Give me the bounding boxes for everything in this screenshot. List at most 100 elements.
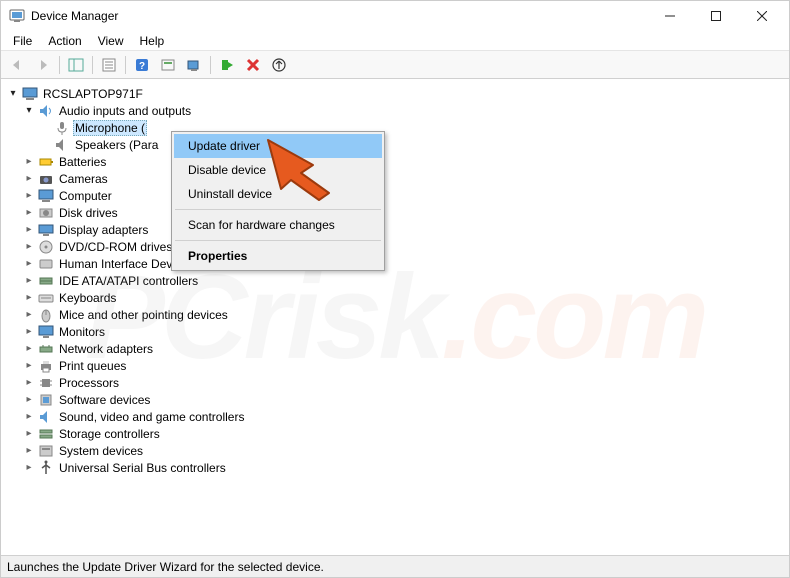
- ctx-properties[interactable]: Properties: [174, 244, 382, 268]
- device-category-icon: [38, 409, 54, 425]
- tree-category[interactable]: ▸DVD/CD-ROM drives: [1, 238, 789, 255]
- ctx-separator: [175, 209, 381, 210]
- tree-label: Storage controllers: [57, 427, 162, 441]
- tree-category-audio[interactable]: ▾ Audio inputs and outputs: [1, 102, 789, 119]
- tree-label: Software devices: [57, 393, 152, 407]
- tree-label: System devices: [57, 444, 145, 458]
- ctx-uninstall-device[interactable]: Uninstall device: [174, 182, 382, 206]
- chevron-down-icon[interactable]: ▾: [23, 105, 35, 116]
- chevron-right-icon[interactable]: ▸: [23, 190, 35, 201]
- tree-category[interactable]: ▸Display adapters: [1, 221, 789, 238]
- device-category-icon: [38, 273, 54, 289]
- tree-label: Mice and other pointing devices: [57, 308, 230, 322]
- tree-category[interactable]: ▸Disk drives: [1, 204, 789, 221]
- back-button[interactable]: [5, 54, 29, 76]
- chevron-right-icon[interactable]: ▸: [23, 394, 35, 405]
- microphone-icon: [54, 120, 70, 136]
- menu-action[interactable]: Action: [40, 32, 89, 50]
- tree-category[interactable]: ▸Computer: [1, 187, 789, 204]
- chevron-right-icon[interactable]: ▸: [23, 445, 35, 456]
- device-category-icon: [38, 171, 54, 187]
- chevron-right-icon[interactable]: ▸: [23, 343, 35, 354]
- chevron-right-icon[interactable]: ▸: [23, 224, 35, 235]
- uninstall-button[interactable]: [241, 54, 265, 76]
- chevron-right-icon[interactable]: ▸: [23, 428, 35, 439]
- chevron-right-icon[interactable]: ▸: [23, 326, 35, 337]
- tree-label: Monitors: [57, 325, 107, 339]
- tree-category[interactable]: ▸ Processors: [1, 374, 789, 391]
- action-button[interactable]: [156, 54, 180, 76]
- close-button[interactable]: [739, 1, 785, 31]
- device-category-icon: [38, 290, 54, 306]
- enable-button[interactable]: [215, 54, 239, 76]
- chevron-down-icon[interactable]: ▾: [7, 88, 19, 99]
- chevron-right-icon[interactable]: ▸: [23, 275, 35, 286]
- chevron-right-icon[interactable]: ▸: [23, 462, 35, 473]
- help-button[interactable]: ?: [130, 54, 154, 76]
- computer-icon: [22, 86, 38, 102]
- tree-device-speakers[interactable]: Speakers (Para: [1, 136, 789, 153]
- tree-category[interactable]: ▸Sound, video and game controllers: [1, 408, 789, 425]
- tree-label: Microphone (: [73, 120, 147, 136]
- tree-root-label: RCSLAPTOP971F: [41, 87, 145, 101]
- toolbar-separator: [59, 56, 60, 74]
- device-category-icon: [38, 205, 54, 221]
- tree-root[interactable]: ▾ RCSLAPTOP971F: [1, 85, 789, 102]
- tree-device-microphone[interactable]: Microphone (: [1, 119, 789, 136]
- status-bar: Launches the Update Driver Wizard for th…: [1, 555, 789, 577]
- device-category-icon: [38, 358, 54, 374]
- audio-icon: [38, 103, 54, 119]
- maximize-button[interactable]: [693, 1, 739, 31]
- device-tree[interactable]: PCrisk.com ▾ RCSLAPTOP971F ▾ Audio input…: [1, 81, 789, 553]
- device-category-icon: [38, 443, 54, 459]
- ctx-scan-hardware[interactable]: Scan for hardware changes: [174, 213, 382, 237]
- device-category-icon: [38, 188, 54, 204]
- chevron-right-icon[interactable]: ▸: [23, 173, 35, 184]
- chevron-right-icon[interactable]: ▸: [23, 309, 35, 320]
- tree-category[interactable]: ▸Cameras: [1, 170, 789, 187]
- toolbar-separator: [92, 56, 93, 74]
- tree-category[interactable]: ▸IDE ATA/ATAPI controllers: [1, 272, 789, 289]
- tree-category[interactable]: ▸Batteries: [1, 153, 789, 170]
- svg-text:?: ?: [139, 61, 145, 72]
- menu-bar: File Action View Help: [1, 31, 789, 51]
- chevron-right-icon[interactable]: ▸: [23, 292, 35, 303]
- tree-label: Print queues: [57, 359, 128, 373]
- chevron-right-icon[interactable]: ▸: [23, 377, 35, 388]
- scan-button[interactable]: [182, 54, 206, 76]
- device-category-icon: [38, 341, 54, 357]
- ctx-disable-device[interactable]: Disable device: [174, 158, 382, 182]
- device-category-icon: [38, 256, 54, 272]
- tree-category[interactable]: ▸ Monitors: [1, 323, 789, 340]
- minimize-button[interactable]: [647, 1, 693, 31]
- chevron-right-icon[interactable]: ▸: [23, 258, 35, 269]
- show-hide-tree-button[interactable]: [64, 54, 88, 76]
- menu-view[interactable]: View: [90, 32, 132, 50]
- menu-file[interactable]: File: [5, 32, 40, 50]
- ctx-update-driver[interactable]: Update driver: [174, 134, 382, 158]
- chevron-right-icon[interactable]: ▸: [23, 207, 35, 218]
- speaker-icon: [54, 137, 70, 153]
- toolbar: ?: [1, 51, 789, 79]
- tree-category[interactable]: ▸ Print queues: [1, 357, 789, 374]
- tree-category[interactable]: ▸Network adapters: [1, 340, 789, 357]
- menu-help[interactable]: Help: [132, 32, 173, 50]
- update-driver-button[interactable]: [267, 54, 291, 76]
- tree-category[interactable]: ▸ Software devices: [1, 391, 789, 408]
- tree-category[interactable]: ▸ Mice and other pointing devices: [1, 306, 789, 323]
- tree-category[interactable]: ▸Universal Serial Bus controllers: [1, 459, 789, 476]
- tree-category[interactable]: ▸Keyboards: [1, 289, 789, 306]
- chevron-right-icon[interactable]: ▸: [23, 156, 35, 167]
- chevron-right-icon[interactable]: ▸: [23, 411, 35, 422]
- title-bar: Device Manager: [1, 1, 789, 31]
- tree-category[interactable]: ▸ System devices: [1, 442, 789, 459]
- device-category-icon: [38, 460, 54, 476]
- chevron-right-icon[interactable]: ▸: [23, 241, 35, 252]
- chevron-right-icon[interactable]: ▸: [23, 360, 35, 371]
- properties-button[interactable]: [97, 54, 121, 76]
- forward-button[interactable]: [31, 54, 55, 76]
- tree-category[interactable]: ▸ Storage controllers: [1, 425, 789, 442]
- tree-label: Processors: [57, 376, 121, 390]
- tree-category[interactable]: ▸Human Interface Devices: [1, 255, 789, 272]
- device-category-icon: [38, 426, 54, 442]
